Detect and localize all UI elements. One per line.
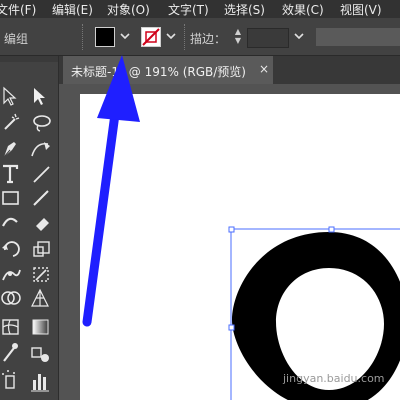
- bounding-box-handle[interactable]: [328, 226, 335, 233]
- watermark-text: jingyan.baidu.com: [283, 372, 385, 385]
- artwork-layer: [82, 55, 400, 400]
- bounding-box-handle[interactable]: [228, 226, 235, 233]
- bounding-box-handle[interactable]: [228, 324, 235, 331]
- annotation-arrow: [82, 55, 140, 327]
